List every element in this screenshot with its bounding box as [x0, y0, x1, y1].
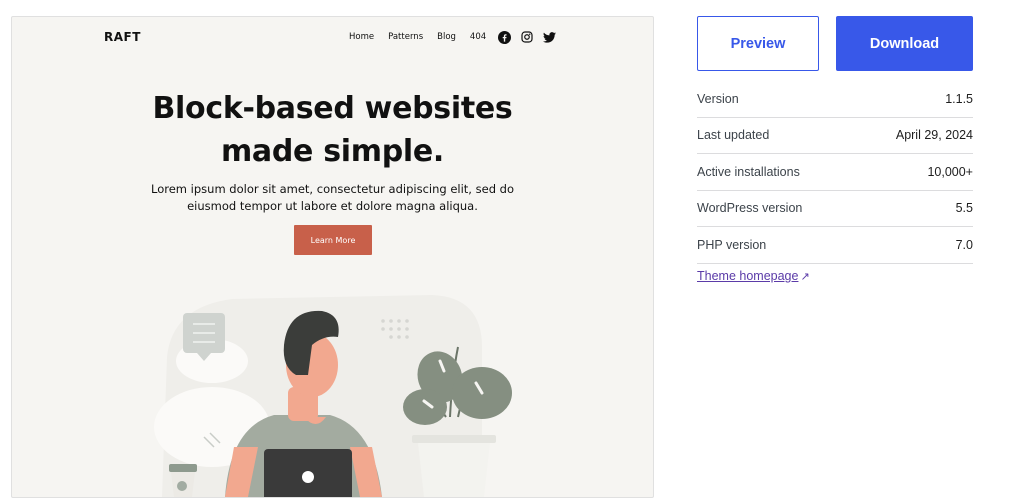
laptop-icon	[264, 449, 352, 497]
meta-value: 1.1.5	[945, 91, 973, 106]
hero-heading-line2: made simple.	[220, 134, 445, 169]
twitter-icon[interactable]	[543, 31, 557, 43]
meta-value: 5.5	[955, 201, 973, 216]
theme-preview[interactable]: RAFT Home Patterns Blog 404 Block-based …	[11, 16, 654, 498]
person-laptop-illustration	[154, 295, 512, 497]
meta-row-active-installations: Active installations 10,000+	[697, 154, 973, 191]
meta-row-last-updated: Last updated April 29, 2024	[697, 118, 973, 154]
site-nav: Home Patterns Blog 404	[349, 29, 566, 45]
meta-row-php-version: PHP version 7.0	[697, 227, 973, 264]
nav-404[interactable]: 404	[470, 32, 486, 42]
hero-text-line2: eiusmod tempor ut labore et dolore magna…	[187, 199, 478, 213]
hero-heading-line1: Block-based websites	[152, 91, 513, 126]
site-title: RAFT	[104, 30, 141, 44]
instagram-icon[interactable]	[521, 31, 533, 43]
download-button[interactable]: Download	[836, 16, 973, 71]
meta-value: 7.0	[955, 237, 973, 252]
meta-row-wordpress-version: WordPress version 5.5	[697, 191, 973, 227]
nav-patterns[interactable]: Patterns	[388, 32, 423, 42]
theme-homepage-link[interactable]: Theme homepage ↗	[697, 269, 810, 283]
meta-value: 10,000+	[927, 164, 973, 179]
meta-value: April 29, 2024	[895, 128, 973, 143]
hero-heading: Block-based websites made simple.	[12, 87, 653, 173]
nav-home[interactable]: Home	[349, 32, 374, 42]
preview-button[interactable]: Preview	[697, 16, 819, 71]
meta-label: Active installations	[697, 164, 800, 179]
meta-row-version: Version 1.1.5	[697, 81, 973, 118]
external-arrow-icon: ↗	[800, 271, 810, 283]
meta-label: WordPress version	[697, 201, 803, 216]
meta-label: Last updated	[697, 128, 770, 143]
meta-label: PHP version	[697, 237, 767, 252]
hero-text: Lorem ipsum dolor sit amet, consectetur …	[12, 181, 653, 215]
theme-meta-list: Version 1.1.5 Last updated April 29, 202…	[697, 81, 973, 264]
facebook-icon[interactable]	[498, 30, 512, 44]
learn-more-button[interactable]: Learn More	[294, 225, 372, 255]
meta-label: Version	[697, 91, 739, 106]
nav-blog[interactable]: Blog	[437, 32, 456, 42]
hero-text-line1: Lorem ipsum dolor sit amet, consectetur …	[151, 182, 514, 196]
theme-homepage-label: Theme homepage	[697, 269, 799, 283]
